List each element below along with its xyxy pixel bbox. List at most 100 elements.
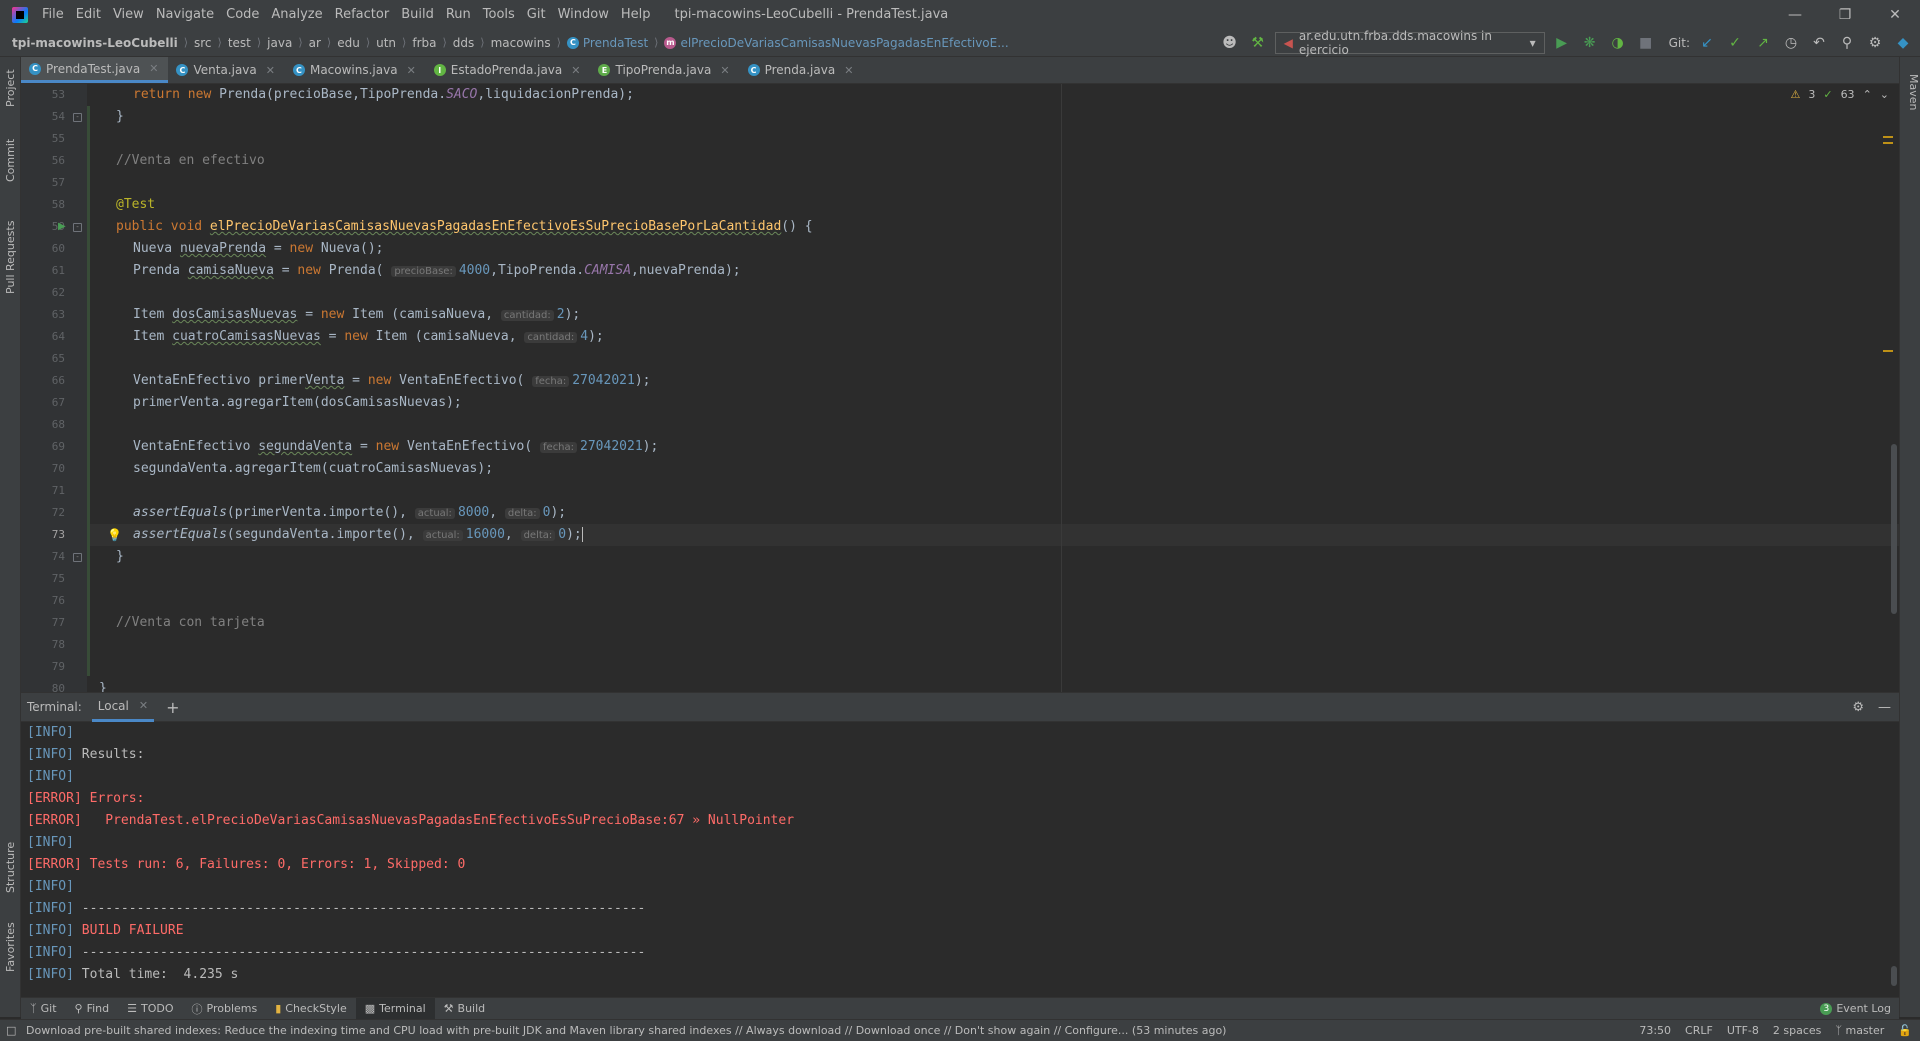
line-separator[interactable]: CRLF [1685,1024,1713,1037]
user-icon[interactable]: ☻ [1219,32,1241,54]
breadcrumb-frba[interactable]: frba [412,36,436,50]
add-terminal-icon[interactable]: + [166,698,179,717]
menu-file[interactable]: File [36,0,70,29]
lock-icon[interactable]: 🔓 [1898,1024,1912,1037]
close-icon[interactable]: ✕ [139,699,148,712]
inspection-widget[interactable]: ⚠ 3 ✓ 63 ⌃ ⌄ [1790,88,1889,101]
menu-edit[interactable]: Edit [70,0,107,29]
tool-maven[interactable]: Maven [1899,67,1920,117]
rollback-icon[interactable]: ↶ [1808,32,1830,54]
breadcrumb-project[interactable]: tpi-macowins-LeoCubelli [12,36,178,50]
toolwindow-todo[interactable]: ☰ TODO [118,998,182,1020]
git-commit-icon[interactable]: ✓ [1724,32,1746,54]
terminal-scrollbar[interactable] [1891,966,1897,986]
tool-structure[interactable]: Structure [0,837,21,897]
run-icon[interactable]: ▶ [1551,32,1573,54]
restore-button[interactable]: ❐ [1820,0,1870,29]
fold-icon[interactable]: - [73,223,82,232]
code-editor[interactable]: ⚠ 3 ✓ 63 ⌃ ⌄ 53 54 55 56 57 58 59 60 61 … [21,84,1899,692]
breadcrumb-test[interactable]: test [228,36,251,50]
indent-setting[interactable]: 2 spaces [1773,1024,1822,1037]
toolwindow-build[interactable]: ⚒ Build [435,998,495,1020]
menu-window[interactable]: Window [552,0,615,29]
close-icon[interactable]: ✕ [571,64,580,77]
tool-commit[interactable]: Commit [0,135,21,185]
file-encoding[interactable]: UTF-8 [1727,1024,1759,1037]
toolwindow-checkstyle[interactable]: ▮ CheckStyle [266,998,356,1020]
status-panel-icon[interactable]: □ [6,1024,16,1037]
chevron-up-icon[interactable]: ⌃ [1863,88,1872,101]
menu-navigate[interactable]: Navigate [150,0,220,29]
minimize-button[interactable]: — [1770,0,1820,29]
close-icon[interactable]: ✕ [149,62,158,75]
menu-build[interactable]: Build [395,0,440,29]
tab-estadoprenda[interactable]: I EstadoPrenda.java ✕ [426,57,591,83]
code-line-58: @Test [116,197,156,212]
gear-icon[interactable]: ⚙ [1864,32,1886,54]
run-test-icon[interactable]: ▶ [58,221,66,232]
editor-scrollbar[interactable] [1891,444,1897,614]
git-update-icon[interactable]: ↙ [1696,32,1718,54]
toolbox-icon[interactable]: ◆ [1892,32,1914,54]
menu-view[interactable]: View [107,0,150,29]
tool-project[interactable]: Project [0,63,21,113]
breadcrumb-src[interactable]: src [194,36,212,50]
gear-icon[interactable]: ⚙ [1852,700,1864,715]
coverage-icon[interactable]: ◑ [1607,32,1629,54]
status-message[interactable]: Download pre-built shared indexes: Reduc… [26,1024,1226,1037]
chevron-down-icon[interactable]: ⌄ [1880,88,1889,101]
menu-code[interactable]: Code [220,0,265,29]
error-stripe-marker[interactable] [1883,136,1893,138]
param-hint: cantidad: [500,310,554,321]
breadcrumb-macowins[interactable]: macowins [491,36,551,50]
breadcrumb-class[interactable]: C PrendaTest [566,36,648,50]
menu-help[interactable]: Help [615,0,657,29]
run-config-selector[interactable]: ◀ ar.edu.utn.frba.dds.macowins in ejerci… [1274,29,1545,57]
hammer-icon[interactable]: ⚒ [1247,32,1269,54]
breadcrumb-method[interactable]: m elPrecioDeVariasCamisasNuevasPagadasEn… [664,36,1009,50]
git-push-icon[interactable]: ↗ [1752,32,1774,54]
close-icon[interactable]: ✕ [266,64,275,77]
breadcrumb-edu[interactable]: edu [337,36,360,50]
event-log-button[interactable]: 3 Event Log [1820,1002,1891,1015]
menu-git[interactable]: Git [521,0,552,29]
fold-icon[interactable]: - [73,113,82,122]
minimize-panel-icon[interactable]: — [1878,700,1891,715]
fold-icon[interactable]: - [73,553,82,562]
menu-run[interactable]: Run [440,0,477,29]
close-icon[interactable]: ✕ [407,64,416,77]
tab-prenda[interactable]: C Prenda.java ✕ [740,57,864,83]
menu-refactor[interactable]: Refactor [329,0,396,29]
close-icon[interactable]: ✕ [844,64,853,77]
lightbulb-icon[interactable]: 💡 [107,528,122,542]
toolwindow-git[interactable]: ᛉ Git [21,998,66,1020]
toolwindow-find[interactable]: ⚲ Find [66,998,119,1020]
menu-analyze[interactable]: Analyze [265,0,328,29]
history-icon[interactable]: ◷ [1780,32,1802,54]
terminal-tab-local[interactable]: Local ✕ [91,692,155,722]
terminal-output[interactable]: [INFO] [INFO] Results: [INFO] [ERROR] Er… [21,722,1899,997]
error-stripe-marker[interactable] [1883,350,1893,352]
close-icon[interactable]: ✕ [720,64,729,77]
tool-favorites[interactable]: Favorites [0,917,21,977]
tab-macowins[interactable]: C Macowins.java ✕ [285,57,426,83]
caret-position[interactable]: 73:50 [1639,1024,1671,1037]
chevron-right-icon: ⟩ [365,36,371,49]
search-icon[interactable]: ⚲ [1836,32,1858,54]
error-stripe-marker[interactable] [1883,142,1893,144]
breadcrumb-java[interactable]: java [267,36,292,50]
stop-icon[interactable]: ■ [1635,32,1657,54]
tab-venta[interactable]: C Venta.java ✕ [168,57,285,83]
breadcrumb-dds[interactable]: dds [453,36,475,50]
breadcrumb-ar[interactable]: ar [309,36,321,50]
tab-tipoprenda[interactable]: E TipoPrenda.java ✕ [590,57,739,83]
tool-pull-requests[interactable]: Pull Requests [0,217,21,297]
breadcrumb-utn[interactable]: utn [376,36,396,50]
toolwindow-terminal[interactable]: ▩ Terminal [355,997,435,1020]
debug-icon[interactable]: ❋ [1579,32,1601,54]
tab-prendatest[interactable]: C PrendaTest.java ✕ [21,57,169,83]
toolwindow-problems[interactable]: ⓘ Problems [183,998,267,1020]
menu-tools[interactable]: Tools [477,0,521,29]
close-window-button[interactable]: ✕ [1870,0,1920,29]
git-branch[interactable]: ᛉ master [1835,1024,1884,1037]
